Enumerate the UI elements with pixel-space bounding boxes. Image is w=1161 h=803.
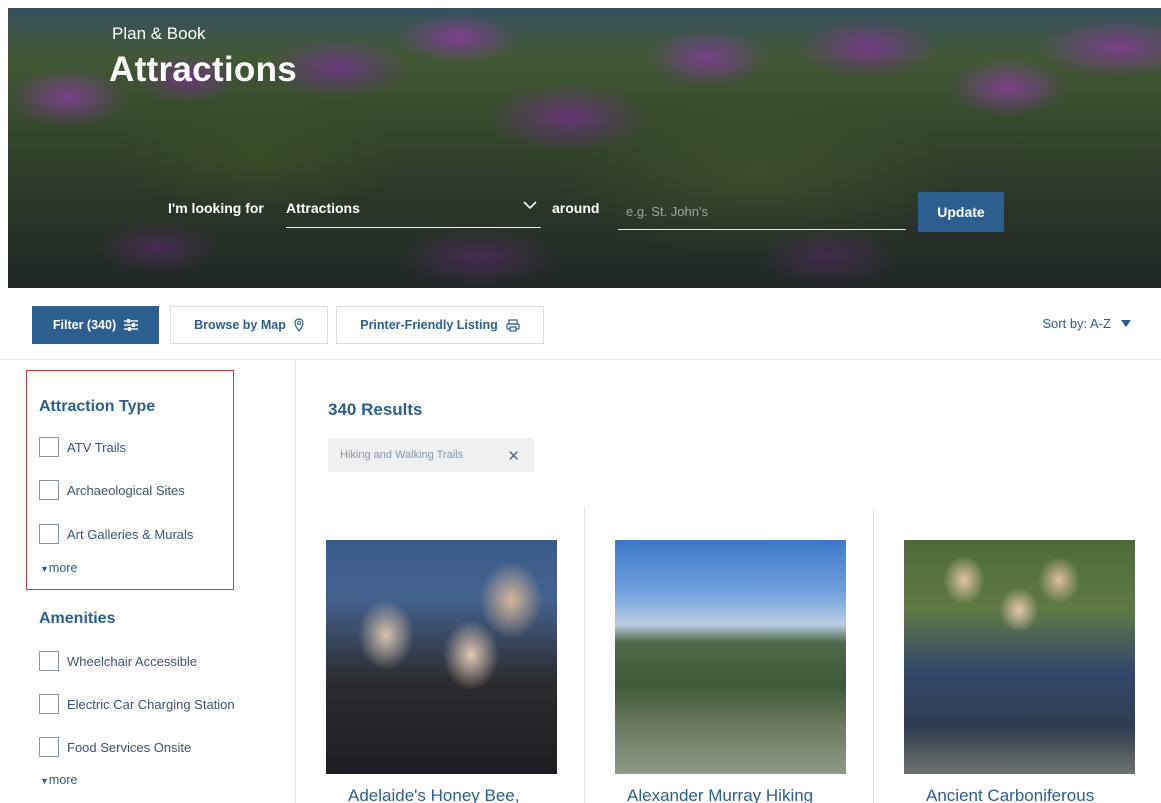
filter-option-archaeological-sites[interactable]: Archaeological Sites bbox=[39, 480, 185, 500]
amenities-heading: Amenities bbox=[39, 610, 116, 627]
browse-by-map-button[interactable]: Browse by Map bbox=[170, 306, 328, 344]
hero-banner: Plan & Book Attractions I'm looking for … bbox=[8, 8, 1161, 288]
attraction-type-value: Attractions bbox=[286, 200, 360, 216]
active-filter-chip: Hiking and Walking Trails ✕ bbox=[328, 438, 534, 472]
looking-for-label: I'm looking for bbox=[168, 200, 264, 216]
card-image-honey-bee[interactable] bbox=[326, 540, 557, 774]
card-image-hiking-trail[interactable] bbox=[615, 540, 846, 774]
hero-eyebrow: Plan & Book bbox=[112, 24, 206, 43]
filter-option-ev-charging[interactable]: Electric Car Charging Station bbox=[39, 694, 235, 714]
attraction-type-more-link[interactable]: ▼more bbox=[40, 561, 77, 575]
card-title[interactable]: Alexander Murray Hiking bbox=[627, 786, 813, 803]
browse-by-map-label: Browse by Map bbox=[194, 318, 286, 332]
results-toolbar: Filter (340) Browse by Map Printer-Frien… bbox=[0, 288, 1161, 360]
filter-option-label: Wheelchair Accessible bbox=[67, 653, 198, 669]
filter-option-food-services[interactable]: Food Services Onsite bbox=[39, 737, 191, 757]
filter-option-label: Food Services Onsite bbox=[67, 739, 192, 755]
location-input[interactable] bbox=[618, 194, 906, 230]
card-divider bbox=[873, 507, 874, 803]
sort-label: Sort by: A-Z bbox=[1042, 316, 1111, 331]
filter-option-atv-trails[interactable]: ATV Trails bbox=[39, 437, 126, 457]
filter-option-label: Electric Car Charging Station bbox=[67, 696, 235, 712]
filter-option-wheelchair-accessible[interactable]: Wheelchair Accessible bbox=[39, 651, 197, 671]
card-divider bbox=[584, 507, 585, 803]
card-title[interactable]: Ancient Carboniferous bbox=[926, 786, 1094, 803]
caret-down-icon bbox=[1121, 320, 1131, 327]
filter-option-label: Archaeological Sites bbox=[67, 482, 185, 498]
sliders-icon bbox=[124, 319, 139, 331]
update-button[interactable]: Update bbox=[918, 192, 1004, 232]
printer-friendly-label: Printer-Friendly Listing bbox=[360, 318, 498, 332]
printer-icon bbox=[506, 318, 520, 332]
filter-button-label: Filter (340) bbox=[52, 318, 117, 332]
filter-option-label: Art Galleries & Murals bbox=[67, 526, 194, 542]
card-title[interactable]: Adelaide's Honey Bee, bbox=[348, 786, 519, 803]
around-label: around bbox=[552, 200, 600, 216]
more-label: more bbox=[48, 773, 78, 787]
printer-friendly-button[interactable]: Printer-Friendly Listing bbox=[336, 306, 544, 344]
close-icon[interactable]: ✕ bbox=[507, 447, 520, 465]
amenities-more-link[interactable]: ▼more bbox=[40, 773, 77, 787]
attraction-type-select[interactable]: Attractions bbox=[286, 194, 541, 228]
more-label: more bbox=[48, 561, 78, 575]
active-filter-label: Hiking and Walking Trails bbox=[340, 449, 464, 461]
caret-down-icon: ▼ bbox=[40, 564, 49, 574]
checkbox[interactable] bbox=[39, 480, 59, 500]
checkbox[interactable] bbox=[39, 737, 59, 757]
checkbox[interactable] bbox=[39, 651, 59, 671]
checkbox[interactable] bbox=[39, 437, 59, 457]
card-image-carboniferous[interactable] bbox=[904, 540, 1135, 774]
attraction-type-heading: Attraction Type bbox=[39, 398, 156, 415]
checkbox[interactable] bbox=[39, 694, 59, 714]
chevron-down-icon bbox=[523, 201, 537, 210]
results-count: 340 Results bbox=[328, 400, 423, 419]
checkbox[interactable] bbox=[39, 524, 59, 544]
map-pin-icon bbox=[294, 318, 304, 332]
page-title: Attractions bbox=[109, 50, 298, 89]
sort-dropdown[interactable]: Sort by: A-Z bbox=[1042, 316, 1131, 331]
filter-option-label: ATV Trails bbox=[67, 439, 126, 455]
search-bar: I'm looking for Attractions around Updat… bbox=[8, 192, 1161, 232]
filter-button[interactable]: Filter (340) bbox=[32, 306, 159, 344]
caret-down-icon: ▼ bbox=[40, 776, 49, 786]
filter-option-art-galleries[interactable]: Art Galleries & Murals bbox=[39, 524, 193, 544]
